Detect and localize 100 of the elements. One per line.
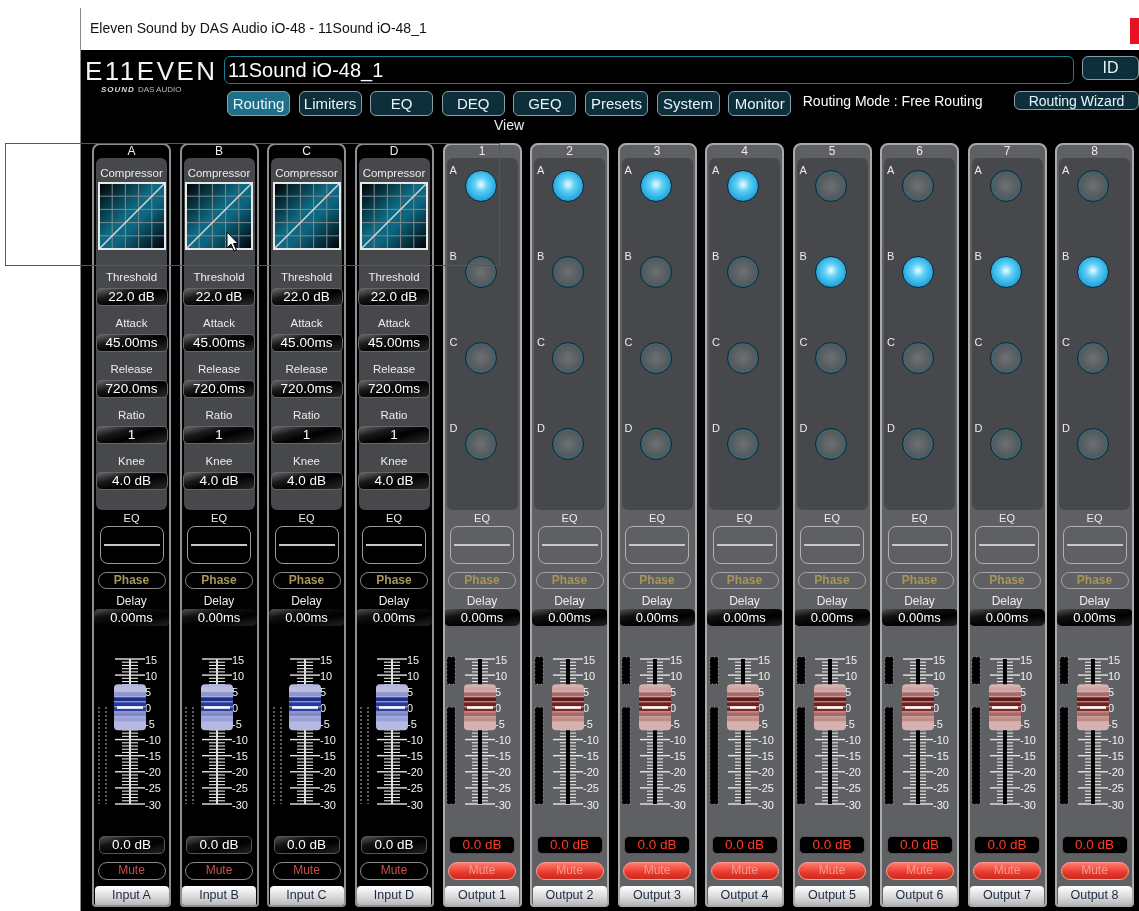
route-label: A bbox=[711, 164, 721, 176]
gain-readout: 0.0 dB bbox=[536, 836, 603, 854]
view-tab[interactable]: Monitor bbox=[728, 91, 792, 116]
delay-field[interactable]: 0.00ms bbox=[794, 609, 870, 626]
fader-thumb[interactable] bbox=[1076, 684, 1109, 731]
channel-name-tab[interactable]: Output 2 bbox=[532, 886, 607, 905]
delay-field[interactable]: 0.00ms bbox=[356, 609, 432, 626]
channel-name-tab[interactable]: Output 3 bbox=[620, 886, 694, 905]
route-button[interactable] bbox=[464, 170, 497, 202]
route-label: D bbox=[623, 422, 634, 434]
scale-label: -25 bbox=[1107, 782, 1124, 795]
param-field[interactable]: 45.00ms bbox=[183, 334, 255, 352]
scale-label: -15 bbox=[407, 750, 423, 763]
routing-wizard-button[interactable]: Routing Wizard bbox=[1014, 91, 1139, 110]
delay-field[interactable]: 0.00ms bbox=[969, 609, 1045, 626]
param-field[interactable]: 45.00ms bbox=[95, 334, 168, 352]
route-button[interactable] bbox=[1077, 256, 1109, 288]
mute-button[interactable]: Mute bbox=[185, 862, 253, 880]
phase-button[interactable]: Phase bbox=[185, 572, 253, 589]
channel-name-tab[interactable]: Input B bbox=[182, 886, 256, 905]
param-field[interactable]: 720.0ms bbox=[358, 380, 430, 398]
channel-name-tab[interactable]: Output 4 bbox=[707, 886, 782, 905]
delay-field[interactable]: 0.00ms bbox=[882, 609, 957, 626]
param-field[interactable]: 720.0ms bbox=[270, 380, 343, 398]
param-field[interactable]: 22.0 dB bbox=[358, 288, 430, 306]
view-tab[interactable]: GEQ bbox=[513, 91, 577, 116]
channel-name-tab[interactable]: Output 6 bbox=[882, 886, 957, 905]
fader-thumb[interactable] bbox=[726, 684, 759, 731]
fader-thumb[interactable] bbox=[113, 684, 146, 731]
fader-thumb[interactable] bbox=[288, 684, 321, 731]
param-field[interactable]: 1 bbox=[183, 426, 255, 444]
scale-label: -5 bbox=[670, 717, 680, 730]
eq-button[interactable] bbox=[99, 526, 164, 564]
route-button[interactable] bbox=[727, 170, 759, 202]
eq-button[interactable] bbox=[187, 526, 251, 564]
delay-field[interactable]: 0.00ms bbox=[94, 609, 169, 626]
view-tab[interactable]: DEQ bbox=[441, 91, 505, 116]
mute-button[interactable]: Mute bbox=[97, 862, 166, 880]
param-field[interactable]: 22.0 dB bbox=[183, 288, 255, 306]
param-field[interactable]: 1 bbox=[95, 426, 168, 444]
fader-thumb[interactable] bbox=[901, 684, 934, 731]
phase-button[interactable]: Phase bbox=[360, 572, 428, 589]
fader-thumb[interactable] bbox=[551, 684, 584, 731]
channel-name-tab[interactable]: Input C bbox=[269, 886, 344, 905]
scale-label: -10 bbox=[319, 734, 336, 747]
param-field[interactable]: 1 bbox=[270, 426, 343, 444]
param-field[interactable]: 22.0 dB bbox=[95, 288, 168, 306]
id-button[interactable]: ID bbox=[1082, 56, 1139, 80]
delay-field[interactable]: 0.00ms bbox=[619, 609, 695, 626]
param-field[interactable]: 4.0 dB bbox=[183, 472, 255, 490]
view-tab[interactable]: Presets bbox=[584, 91, 648, 116]
channel-name-tab[interactable]: Output 1 bbox=[445, 886, 519, 905]
delay-label: Delay bbox=[816, 595, 848, 608]
channel-name-tab[interactable]: Output 8 bbox=[1057, 886, 1132, 905]
delay-field[interactable]: 0.00ms bbox=[444, 609, 520, 626]
view-tab[interactable]: System bbox=[656, 91, 720, 116]
view-tab[interactable]: Routing bbox=[227, 91, 290, 116]
channel-name-tab[interactable]: Output 7 bbox=[970, 886, 1044, 905]
eq-button[interactable] bbox=[362, 526, 426, 564]
delay-field[interactable]: 0.00ms bbox=[181, 609, 257, 626]
view-tab[interactable]: EQ bbox=[370, 91, 434, 116]
param-field[interactable]: 720.0ms bbox=[183, 380, 255, 398]
mute-button[interactable]: Mute bbox=[360, 862, 428, 880]
delay-field[interactable]: 0.00ms bbox=[532, 609, 607, 626]
phase-button[interactable]: Phase bbox=[97, 572, 166, 589]
delay-field[interactable]: 0.00ms bbox=[1057, 609, 1132, 626]
mute-button[interactable]: Mute bbox=[272, 862, 341, 880]
route-button[interactable] bbox=[902, 256, 934, 288]
delay-field[interactable]: 0.00ms bbox=[269, 609, 344, 626]
scale-label: -20 bbox=[232, 766, 248, 779]
fader-thumb[interactable] bbox=[464, 684, 496, 731]
route-label: B bbox=[448, 250, 458, 262]
route-button[interactable] bbox=[639, 170, 672, 202]
device-name-field[interactable]: 11Sound iO-48_1 bbox=[224, 56, 1074, 84]
param-field[interactable]: 4.0 dB bbox=[270, 472, 343, 490]
route-button[interactable] bbox=[989, 256, 1022, 288]
param-field[interactable]: 720.0ms bbox=[95, 380, 168, 398]
fader-thumb[interactable] bbox=[989, 684, 1021, 731]
param-field[interactable]: 4.0 dB bbox=[95, 472, 168, 490]
eq-label: EQ bbox=[999, 512, 1015, 524]
param-field[interactable]: 1 bbox=[358, 426, 430, 444]
channel-name-tab[interactable]: Input A bbox=[94, 886, 169, 905]
delay-field[interactable]: 0.00ms bbox=[707, 609, 782, 626]
scale-label: 10 bbox=[670, 669, 683, 682]
param-field[interactable]: 45.00ms bbox=[270, 334, 343, 352]
eq-button[interactable] bbox=[274, 526, 339, 564]
fader-thumb[interactable] bbox=[639, 684, 671, 731]
fader-thumb[interactable] bbox=[376, 684, 408, 731]
fader-thumb[interactable] bbox=[201, 684, 233, 731]
param-field[interactable]: 22.0 dB bbox=[270, 288, 343, 306]
route-button[interactable] bbox=[552, 170, 584, 202]
scale-label: -25 bbox=[407, 782, 423, 795]
channel-name-tab[interactable]: Input D bbox=[357, 886, 431, 905]
param-field[interactable]: 4.0 dB bbox=[358, 472, 430, 490]
route-button[interactable] bbox=[814, 256, 847, 288]
channel-name-tab[interactable]: Output 5 bbox=[795, 886, 869, 905]
phase-button[interactable]: Phase bbox=[272, 572, 341, 589]
view-tab[interactable]: Limiters bbox=[298, 91, 362, 116]
param-field[interactable]: 45.00ms bbox=[358, 334, 430, 352]
fader-thumb[interactable] bbox=[814, 684, 846, 731]
